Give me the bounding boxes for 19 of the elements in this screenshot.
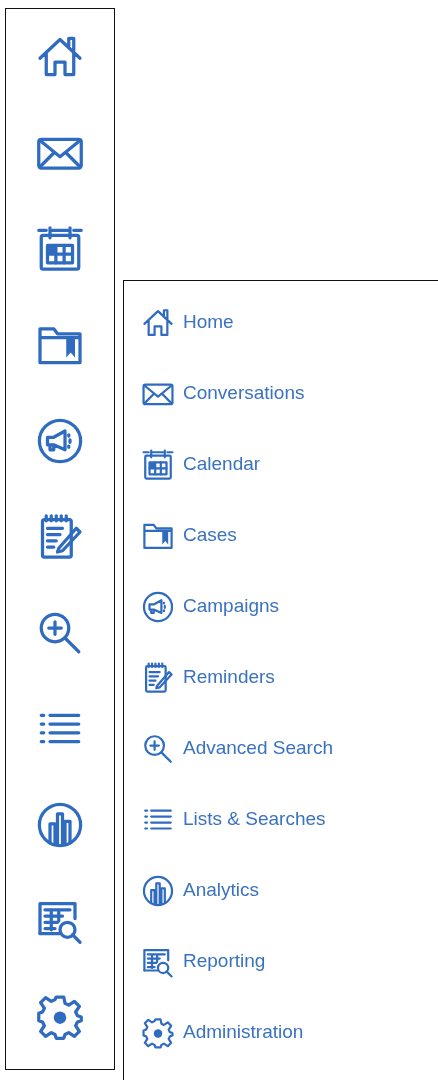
menu-item[interactable]: Reminders — [124, 642, 438, 713]
menu-item[interactable]: Lists & Searches — [124, 784, 438, 855]
bar-chart-icon[interactable] — [35, 800, 85, 850]
menu-item[interactable]: Cases — [124, 500, 438, 571]
settings-icon[interactable] — [35, 992, 85, 1042]
menu-item[interactable]: Administration — [124, 997, 438, 1068]
menu-item[interactable]: Reporting — [124, 926, 438, 997]
menu-item[interactable]: Conversations — [124, 358, 438, 429]
menu-item[interactable]: Campaigns — [124, 571, 438, 642]
menu-item[interactable]: Home — [124, 287, 438, 358]
menu-item[interactable]: Advanced Search — [124, 713, 438, 784]
megaphone-icon[interactable] — [35, 416, 85, 466]
calendar-icon[interactable] — [35, 224, 85, 274]
menu-item[interactable]: Analytics — [124, 855, 438, 926]
bar-chart-icon — [141, 873, 175, 908]
calendar-icon — [141, 447, 175, 482]
menu-item[interactable]: Calendar — [124, 429, 438, 500]
megaphone-icon — [141, 589, 175, 624]
settings-icon — [141, 1015, 175, 1050]
